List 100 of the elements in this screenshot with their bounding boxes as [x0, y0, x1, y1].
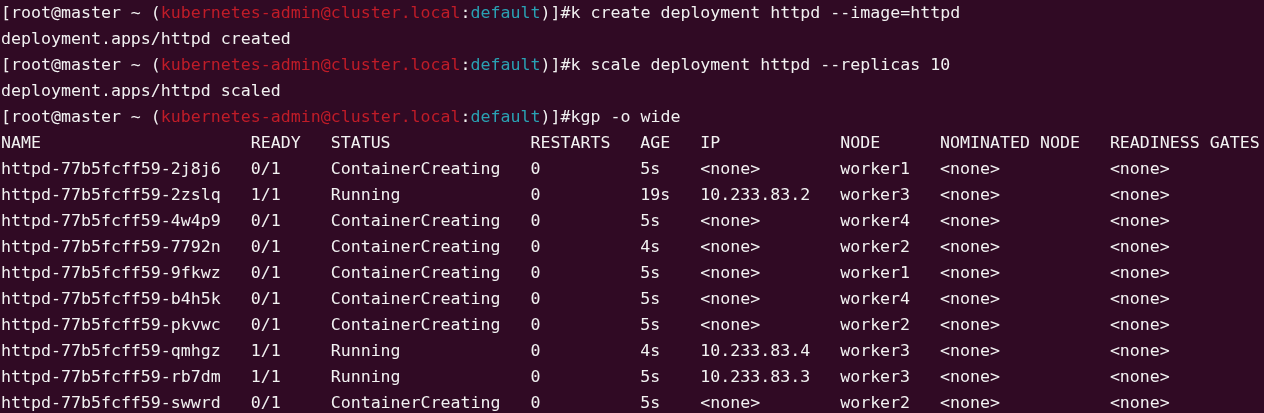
table-cell-text: worker4 [840, 209, 911, 232]
table-cell-text: <none> [940, 391, 1000, 413]
prompt-separator: : [460, 1, 471, 24]
table-cell-text: <none> [700, 287, 761, 310]
prompt-text: [root@master ~ ( [1, 53, 161, 76]
table-cell-text: 0 [530, 235, 541, 258]
table-cell-text: 10.233.83.4 [700, 339, 811, 362]
output-line: deployment.apps/httpd created [1, 27, 291, 50]
table-cell-text: httpd-77b5fcff59-9fkwz [1, 261, 221, 284]
table-cell-text: worker1 [840, 261, 911, 284]
table-cell-text: <none> [1109, 391, 1170, 413]
table-cell-text: 0 [530, 261, 541, 284]
command-text: k create deployment httpd --image=httpd [570, 1, 961, 24]
column-header: STATUS [330, 131, 391, 154]
prompt-text: )]# [540, 105, 571, 128]
command-text: kgp -o wide [570, 105, 681, 128]
table-cell-text: 0/1 [250, 287, 281, 310]
table-cell-text: 5s [640, 287, 661, 310]
namespace-name: default [470, 53, 541, 76]
column-header: AGE [640, 131, 671, 154]
table-cell-text: <none> [1109, 339, 1170, 362]
namespace-name: default [470, 105, 541, 128]
table-cell-text: worker4 [840, 287, 911, 310]
table-cell-text: 5s [640, 209, 661, 232]
table-cell-text: 0 [530, 209, 541, 232]
table-cell-text: <none> [1109, 287, 1170, 310]
table-cell-text: 0/1 [250, 313, 281, 336]
table-cell-text: <none> [1109, 365, 1170, 388]
table-cell-text: <none> [940, 157, 1000, 180]
table-cell-text: 0 [530, 287, 541, 310]
prompt-separator: : [460, 53, 471, 76]
table-cell-text: <none> [940, 235, 1000, 258]
table-cell-text: httpd-77b5fcff59-7792n [1, 235, 221, 258]
table-cell-text: 5s [640, 365, 661, 388]
table-cell-text: worker2 [840, 391, 911, 413]
column-header: READY [250, 131, 301, 154]
table-cell-text: httpd-77b5fcff59-b4h5k [1, 287, 221, 310]
table-cell-text: 10.233.83.3 [700, 365, 811, 388]
table-cell-text: <none> [700, 157, 761, 180]
table-cell-text: 5s [640, 313, 661, 336]
table-cell-text: 1/1 [250, 339, 281, 362]
column-header: READINESS GATES [1109, 131, 1260, 154]
table-cell-text: 0 [530, 313, 541, 336]
table-cell-text: 5s [640, 391, 661, 413]
table-cell-text: <none> [940, 313, 1000, 336]
table-cell-text: <none> [700, 209, 761, 232]
table-cell-text: 0/1 [250, 391, 281, 413]
table-cell-text: <none> [940, 287, 1000, 310]
context-name: kubernetes-admin@cluster.local [160, 1, 461, 24]
table-cell-text: httpd-77b5fcff59-4w4p9 [1, 209, 221, 232]
command-text: k scale deployment httpd --replicas 10 [570, 53, 951, 76]
table-cell-text: 19s [640, 183, 671, 206]
table-cell-text: 5s [640, 157, 661, 180]
table-cell-text: 0 [530, 365, 541, 388]
prompt-text: [root@master ~ ( [1, 1, 161, 24]
column-header: RESTARTS [530, 131, 611, 154]
table-cell-text: worker3 [840, 339, 911, 362]
column-header: NOMINATED NODE [940, 131, 1080, 154]
prompt-text: [root@master ~ ( [1, 105, 161, 128]
table-cell-text: Running [330, 365, 401, 388]
table-cell-text: 0 [530, 339, 541, 362]
table-cell-text: worker1 [840, 157, 911, 180]
table-cell-text: 5s [640, 261, 661, 284]
table-cell-text: httpd-77b5fcff59-2j8j6 [1, 157, 221, 180]
table-cell-text: <none> [1109, 157, 1170, 180]
column-header: IP [700, 131, 721, 154]
table-cell-text: ContainerCreating [330, 287, 501, 310]
column-header: NODE [840, 131, 881, 154]
table-cell-text: ContainerCreating [330, 261, 501, 284]
table-cell-text: 1/1 [250, 365, 281, 388]
table-cell-text: 0 [530, 183, 541, 206]
table-cell-text: 0/1 [250, 209, 281, 232]
table-cell-text: <none> [700, 313, 761, 336]
context-name: kubernetes-admin@cluster.local [160, 53, 461, 76]
namespace-name: default [470, 1, 541, 24]
table-cell-text: <none> [940, 209, 1000, 232]
table-cell-text: <none> [940, 183, 1000, 206]
prompt-separator: : [460, 105, 471, 128]
table-cell-text: httpd-77b5fcff59-swwrd [1, 391, 221, 413]
table-cell-text: 4s [640, 235, 661, 258]
table-cell-text: worker2 [840, 313, 911, 336]
table-cell-text: httpd-77b5fcff59-pkvwc [1, 313, 221, 336]
table-cell-text: Running [330, 183, 401, 206]
table-cell-text: <none> [700, 235, 761, 258]
table-cell-text: 0/1 [250, 261, 281, 284]
table-cell-text: 0/1 [250, 157, 281, 180]
table-cell-text: 0/1 [250, 235, 281, 258]
table-cell-text: <none> [940, 339, 1000, 362]
table-cell-text: 0 [530, 157, 541, 180]
table-cell-text: httpd-77b5fcff59-rb7dm [1, 365, 221, 388]
prompt-text: )]# [540, 1, 571, 24]
table-cell-text: <none> [700, 391, 761, 413]
table-cell-text: ContainerCreating [330, 209, 501, 232]
table-cell-text: <none> [940, 261, 1000, 284]
context-name: kubernetes-admin@cluster.local [160, 105, 461, 128]
table-cell-text: ContainerCreating [330, 157, 501, 180]
table-cell-text: <none> [700, 261, 761, 284]
table-cell-text: ContainerCreating [330, 313, 501, 336]
table-cell-text: <none> [1109, 235, 1170, 258]
table-cell-text: <none> [1109, 261, 1170, 284]
